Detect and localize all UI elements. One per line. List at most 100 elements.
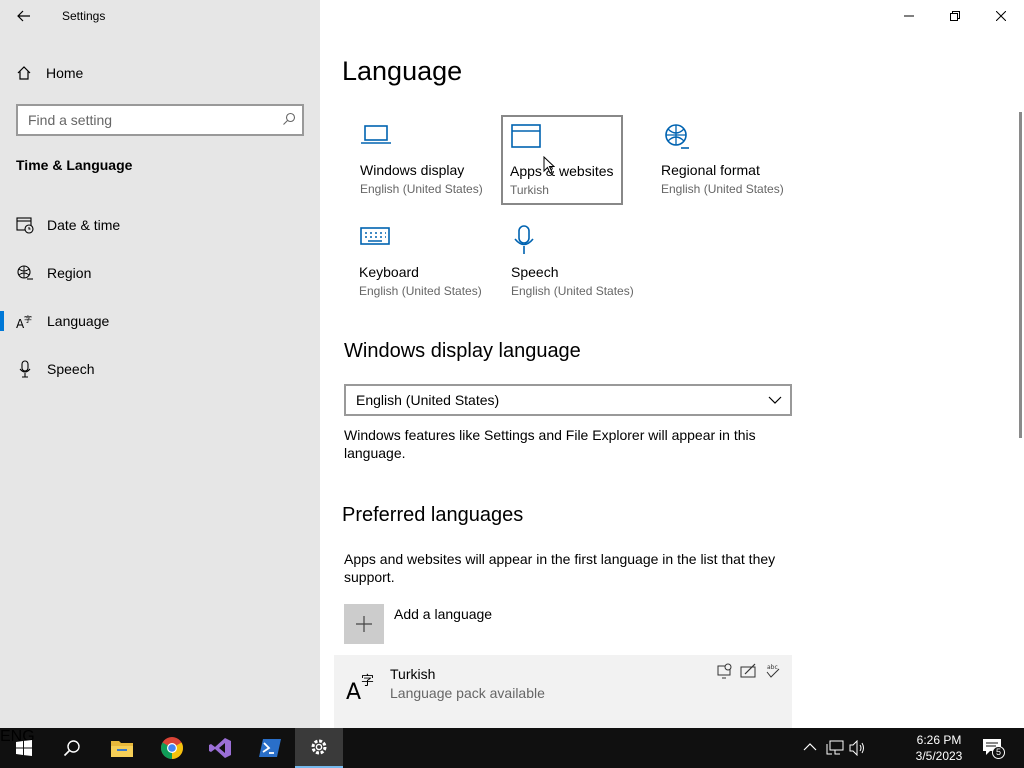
tile-subtitle: English (United States) xyxy=(360,182,483,196)
sidebar-item-speech[interactable]: Speech xyxy=(0,349,320,389)
taskbar: ENG 6:26 PM 3/5/2023 5 xyxy=(0,728,1024,768)
region-icon xyxy=(17,265,33,280)
taskbar-visual-studio[interactable] xyxy=(196,728,244,768)
sidebar-item-region[interactable]: Region xyxy=(0,253,320,293)
tile-title: Keyboard xyxy=(359,264,419,280)
search-placeholder: Find a setting xyxy=(28,112,113,128)
home-nav-item[interactable]: Home xyxy=(16,62,83,84)
window-controls xyxy=(886,0,1024,32)
keyboard-icon xyxy=(360,227,390,245)
tile-apps-websites[interactable]: Apps & websites Turkish xyxy=(501,115,623,205)
sidebar-item-date-time[interactable]: Date & time xyxy=(0,205,320,245)
tile-speech[interactable]: Speech English (United States) xyxy=(503,216,634,306)
tile-subtitle: Turkish xyxy=(510,183,549,197)
language-list-item[interactable]: A字 Turkish Language pack available abc xyxy=(334,655,792,728)
display-language-heading: Windows display language xyxy=(344,340,581,362)
action-center-button[interactable]: 5 xyxy=(982,738,1005,759)
clock-time: 6:26 PM xyxy=(916,733,962,747)
back-button[interactable] xyxy=(8,4,40,28)
sidebar-item-language[interactable]: A字 Language xyxy=(0,301,320,341)
tile-windows-display[interactable]: Windows display English (United States) xyxy=(352,114,483,204)
minimize-button[interactable] xyxy=(886,0,932,32)
plus-icon xyxy=(344,604,384,644)
language-features: abc xyxy=(716,663,782,679)
tile-subtitle: English (United States) xyxy=(661,182,784,196)
app-title: Settings xyxy=(62,9,106,23)
language-icon: A字 xyxy=(346,674,374,703)
spelling-feature-icon: abc xyxy=(766,664,780,678)
globe-icon xyxy=(665,124,689,149)
tile-subtitle: English (United States) xyxy=(359,284,482,298)
title-bar: Settings xyxy=(0,0,320,32)
handwriting-feature-icon xyxy=(740,663,756,678)
sidebar: Settings Home Find a setting Time & Lang… xyxy=(0,0,320,728)
search-icon xyxy=(63,740,80,757)
clock-date: 3/5/2023 xyxy=(915,749,963,763)
powershell-icon xyxy=(259,739,281,757)
taskbar-file-explorer[interactable] xyxy=(98,728,146,768)
sidebar-item-label: Region xyxy=(47,265,92,281)
mouse-cursor-icon xyxy=(543,156,555,174)
clock[interactable]: 6:26 PM 3/5/2023 xyxy=(910,732,968,764)
visual-studio-icon xyxy=(209,738,231,758)
tile-title: Apps & websites xyxy=(510,163,614,179)
chrome-icon xyxy=(161,737,183,759)
language-name: Turkish xyxy=(390,666,436,682)
active-indicator xyxy=(0,311,4,331)
restore-icon xyxy=(950,11,960,21)
display-language-description: Windows features like Settings and File … xyxy=(344,427,756,461)
sidebar-item-label: Speech xyxy=(47,361,95,377)
language-status: Language pack available xyxy=(390,685,545,701)
sidebar-item-label: Date & time xyxy=(47,217,121,233)
tile-title: Windows display xyxy=(360,162,465,178)
notification-badge: 5 xyxy=(992,746,1005,759)
main-content: Language Windows display English (United… xyxy=(320,0,1024,728)
close-button[interactable] xyxy=(978,0,1024,32)
dropdown-value: English (United States) xyxy=(356,392,500,408)
microphone-icon xyxy=(514,225,534,254)
restore-button[interactable] xyxy=(932,0,978,32)
svg-text:A: A xyxy=(346,680,361,703)
add-language-button[interactable]: Add a language xyxy=(344,604,744,644)
home-label: Home xyxy=(46,65,84,81)
volume-icon[interactable] xyxy=(849,740,867,756)
settings-icon xyxy=(311,739,327,755)
start-button[interactable] xyxy=(0,728,48,768)
chevron-down-icon xyxy=(768,396,782,404)
laptop-icon xyxy=(361,125,391,144)
svg-text:字: 字 xyxy=(361,674,374,689)
close-icon xyxy=(996,11,1006,21)
tile-subtitle: English (United States) xyxy=(511,284,634,298)
display-language-dropdown[interactable]: English (United States) xyxy=(344,384,792,416)
tile-title: Regional format xyxy=(661,162,760,178)
page-title: Language xyxy=(342,56,463,86)
start-icon xyxy=(16,740,32,756)
svg-text:字: 字 xyxy=(24,314,32,324)
preferred-languages-description: Apps and websites will appear in the fir… xyxy=(344,551,776,585)
date-time-icon xyxy=(16,217,34,234)
file-explorer-icon xyxy=(111,741,133,757)
search-icon[interactable] xyxy=(282,112,296,126)
window-icon xyxy=(511,124,541,148)
taskbar-search-button[interactable] xyxy=(48,728,96,768)
svg-text:abc: abc xyxy=(767,664,778,671)
scrollbar[interactable] xyxy=(1019,112,1022,438)
taskbar-powershell[interactable] xyxy=(246,728,294,768)
taskbar-settings[interactable] xyxy=(295,728,343,768)
add-language-label: Add a language xyxy=(394,606,493,622)
sidebar-item-label: Language xyxy=(47,313,110,329)
microphone-icon xyxy=(19,360,31,378)
preferred-languages-heading: Preferred languages xyxy=(342,504,524,526)
tile-regional-format[interactable]: Regional format English (United States) xyxy=(653,114,784,204)
section-title: Time & Language xyxy=(16,157,133,173)
taskbar-chrome[interactable] xyxy=(148,728,196,768)
back-arrow-icon xyxy=(17,10,30,22)
home-icon xyxy=(17,66,31,80)
search-input[interactable]: Find a setting xyxy=(16,104,304,136)
show-hidden-icons-button[interactable] xyxy=(803,741,817,753)
language-icon: A字 xyxy=(16,314,32,330)
tile-keyboard[interactable]: Keyboard English (United States) xyxy=(351,216,482,306)
minimize-icon xyxy=(904,15,914,17)
display-language-feature-icon xyxy=(717,663,732,679)
network-icon[interactable] xyxy=(826,740,844,756)
